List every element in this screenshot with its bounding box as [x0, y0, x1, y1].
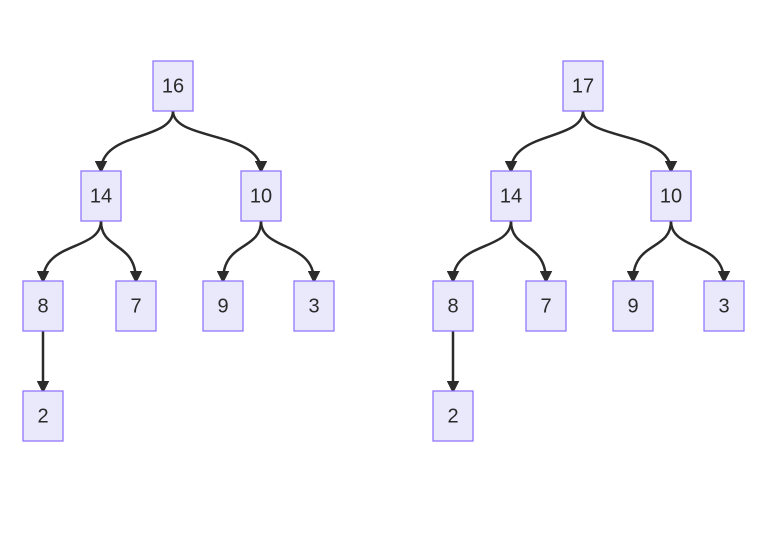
node-value: 10 — [250, 185, 272, 207]
edge-l-lr — [101, 221, 136, 281]
node-value: 14 — [90, 185, 112, 207]
node-right-tree-ll: 8 — [433, 281, 473, 331]
node-left-tree-root: 16 — [153, 61, 193, 111]
node-right-tree-lr: 7 — [526, 281, 566, 331]
edge-root-r — [583, 111, 671, 171]
node-value: 14 — [500, 185, 522, 207]
node-left-tree-rl: 9 — [203, 281, 243, 331]
node-right-tree-l: 14 — [491, 171, 531, 221]
right-tree: 17 14 10 8 7 9 3 2 — [433, 61, 744, 441]
node-value: 7 — [540, 295, 551, 317]
edge-r-rl — [223, 221, 261, 281]
node-value: 16 — [162, 75, 184, 97]
node-value: 3 — [718, 295, 729, 317]
node-value: 8 — [37, 295, 48, 317]
node-right-tree-rr: 3 — [704, 281, 744, 331]
node-value: 7 — [130, 295, 141, 317]
edge-l-lr — [511, 221, 546, 281]
edge-root-l — [511, 111, 583, 171]
node-left-tree-lll: 2 — [23, 391, 63, 441]
node-value: 3 — [308, 295, 319, 317]
node-value: 9 — [217, 295, 228, 317]
node-left-tree-ll: 8 — [23, 281, 63, 331]
node-right-tree-lll: 2 — [433, 391, 473, 441]
edge-r-rr — [261, 221, 314, 281]
edge-l-ll — [453, 221, 511, 281]
edge-root-r — [173, 111, 261, 171]
node-left-tree-lr: 7 — [116, 281, 156, 331]
left-tree: 16 14 10 8 7 9 3 2 — [23, 61, 334, 441]
node-value: 17 — [572, 75, 594, 97]
node-left-tree-r: 10 — [241, 171, 281, 221]
node-value: 9 — [627, 295, 638, 317]
node-left-tree-l: 14 — [81, 171, 121, 221]
node-value: 8 — [447, 295, 458, 317]
node-right-tree-r: 10 — [651, 171, 691, 221]
node-value: 10 — [660, 185, 682, 207]
node-left-tree-rr: 3 — [294, 281, 334, 331]
tree-diagram: 16 14 10 8 7 9 3 2 17 14 10 8 7 9 3 2 — [0, 0, 768, 554]
edge-root-l — [101, 111, 173, 171]
edge-r-rl — [633, 221, 671, 281]
node-value: 2 — [37, 405, 48, 427]
edge-l-ll — [43, 221, 101, 281]
node-value: 2 — [447, 405, 458, 427]
edge-r-rr — [671, 221, 724, 281]
node-right-tree-root: 17 — [563, 61, 603, 111]
node-right-tree-rl: 9 — [613, 281, 653, 331]
